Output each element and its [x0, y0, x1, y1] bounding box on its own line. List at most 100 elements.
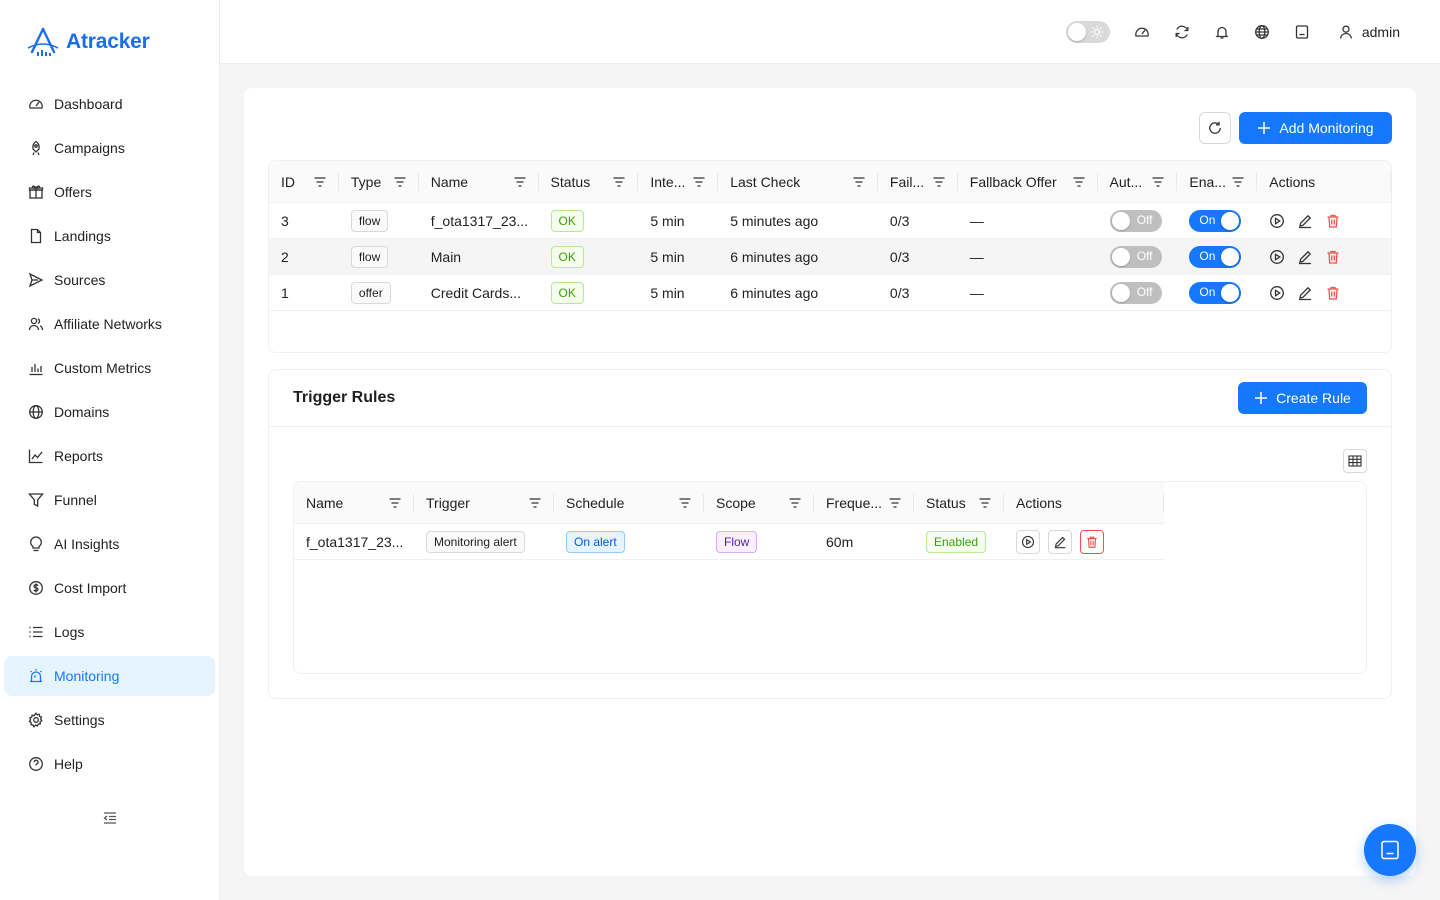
- sidebar-item-funnel[interactable]: Funnel: [4, 480, 215, 520]
- sidebar-item-settings[interactable]: Settings: [4, 700, 215, 740]
- filter-icon[interactable]: [888, 496, 902, 510]
- enabled-switch[interactable]: On: [1189, 281, 1242, 304]
- delete-icon[interactable]: [1325, 249, 1341, 265]
- sidebar-item-label: Domains: [54, 404, 110, 420]
- column-header-status[interactable]: Status: [539, 161, 639, 202]
- sidebar-item-domains[interactable]: Domains: [4, 392, 215, 432]
- filter-icon[interactable]: [528, 496, 542, 510]
- dashboard-icon[interactable]: [1134, 24, 1150, 40]
- filter-icon[interactable]: [852, 175, 866, 189]
- filter-icon[interactable]: [612, 175, 626, 189]
- add-monitoring-button[interactable]: Add Monitoring: [1239, 112, 1392, 144]
- table-row[interactable]: 3 flow f_ota1317_23... OK 5 min 5 minutes ago…: [269, 203, 1391, 239]
- filter-icon[interactable]: [1151, 175, 1165, 189]
- sidebar-item-help[interactable]: Help: [4, 744, 215, 784]
- sidebar-item-monitoring[interactable]: Monitoring: [4, 656, 215, 696]
- column-header-status[interactable]: Status: [914, 482, 1004, 523]
- column-header-actions[interactable]: Actions: [1004, 482, 1164, 523]
- table-row[interactable]: f_ota1317_23... Monitoring alert On alert F…: [294, 524, 1164, 560]
- top-header: admin: [220, 0, 1440, 64]
- filter-icon[interactable]: [678, 496, 692, 510]
- column-header-label: Freque...: [826, 494, 883, 511]
- column-header-type[interactable]: Type: [339, 161, 419, 202]
- edit-rule-button[interactable]: [1048, 529, 1072, 554]
- sidebar-item-reports[interactable]: Reports: [4, 436, 215, 476]
- robot-icon[interactable]: [1294, 24, 1310, 40]
- row-last-check: 6 minutes ago: [730, 248, 819, 265]
- column-header-ena[interactable]: Ena...: [1177, 161, 1258, 202]
- column-header-actions[interactable]: Actions: [1257, 161, 1391, 202]
- sidebar-item-sources[interactable]: Sources: [4, 260, 215, 300]
- row-fails: 0/3: [889, 212, 910, 229]
- bell-icon[interactable]: [1214, 24, 1230, 40]
- sidebar-item-cost-import[interactable]: Cost Import: [4, 568, 215, 608]
- table-row[interactable]: 1 offer Credit Cards... OK 5 min 6 minutes ag…: [269, 275, 1391, 311]
- filter-icon[interactable]: [393, 175, 407, 189]
- delete-icon[interactable]: [1325, 285, 1341, 301]
- collapse-sidebar-icon[interactable]: [102, 810, 118, 826]
- status-badge: OK: [550, 281, 584, 304]
- filter-icon[interactable]: [513, 175, 527, 189]
- column-header-schedule[interactable]: Schedule: [554, 482, 704, 523]
- filter-icon[interactable]: [1231, 175, 1245, 189]
- column-header-name[interactable]: Name: [294, 482, 414, 523]
- edit-icon[interactable]: [1297, 285, 1313, 301]
- sidebar-item-custom-metrics[interactable]: Custom Metrics: [4, 348, 215, 388]
- app-logo[interactable]: Atracker: [26, 26, 150, 58]
- column-settings-button[interactable]: [1343, 449, 1367, 473]
- sidebar-item-landings[interactable]: Landings: [4, 216, 215, 256]
- reload-button[interactable]: [1199, 112, 1231, 144]
- delete-icon[interactable]: [1325, 213, 1341, 229]
- column-header-last-check[interactable]: Last Check: [718, 161, 878, 202]
- filter-icon[interactable]: [388, 496, 402, 510]
- refresh-icon[interactable]: [1174, 24, 1190, 40]
- play-icon[interactable]: [1269, 213, 1285, 229]
- column-header-id[interactable]: ID: [269, 161, 339, 202]
- column-header-freque[interactable]: Freque...: [814, 482, 914, 523]
- sidebar-item-label: Affiliate Networks: [54, 316, 162, 332]
- filter-icon[interactable]: [788, 496, 802, 510]
- column-header-label: Scope: [716, 494, 756, 511]
- enabled-switch[interactable]: On: [1189, 209, 1242, 232]
- bulb-icon: [30, 536, 42, 552]
- user-menu[interactable]: admin: [1338, 24, 1400, 40]
- sidebar-item-logs[interactable]: Logs: [4, 612, 215, 652]
- globe-icon[interactable]: [1254, 24, 1270, 40]
- table-row[interactable]: 2 flow Main OK 5 min 6 minutes ago 0/3 — Off On: [269, 239, 1391, 275]
- edit-icon[interactable]: [1297, 249, 1313, 265]
- filter-icon[interactable]: [932, 175, 946, 189]
- column-header-trigger[interactable]: Trigger: [414, 482, 554, 523]
- column-header-scope[interactable]: Scope: [704, 482, 814, 523]
- sidebar-item-offers[interactable]: Offers: [4, 172, 215, 212]
- play-icon[interactable]: [1269, 249, 1285, 265]
- column-header-name[interactable]: Name: [419, 161, 539, 202]
- column-header-fallback-offer[interactable]: Fallback Offer: [958, 161, 1098, 202]
- sidebar-item-campaigns[interactable]: Campaigns: [4, 128, 215, 168]
- edit-icon[interactable]: [1297, 213, 1313, 229]
- run-rule-button[interactable]: [1016, 529, 1040, 554]
- sidebar-item-affiliate-networks[interactable]: Affiliate Networks: [4, 304, 215, 344]
- auto-switch[interactable]: Off: [1109, 209, 1162, 232]
- play-icon[interactable]: [1269, 285, 1285, 301]
- sidebar-item-dashboard[interactable]: Dashboard: [4, 84, 215, 124]
- edit-icon: [1054, 536, 1066, 548]
- filter-icon[interactable]: [978, 496, 992, 510]
- theme-toggle[interactable]: [1065, 21, 1110, 43]
- auto-switch[interactable]: Off: [1109, 281, 1162, 304]
- column-header-label: Status: [550, 173, 591, 190]
- filter-icon[interactable]: [1072, 175, 1086, 189]
- column-header-label: Actions: [1016, 494, 1062, 511]
- enabled-switch[interactable]: On: [1189, 245, 1242, 268]
- filter-icon[interactable]: [313, 175, 327, 189]
- sidebar-item-ai-insights[interactable]: AI Insights: [4, 524, 215, 564]
- column-header-fail[interactable]: Fail...: [878, 161, 958, 202]
- rule-frequency: 60m: [826, 533, 854, 550]
- column-header-inte[interactable]: Inte...: [638, 161, 719, 202]
- create-rule-button[interactable]: Create Rule: [1238, 382, 1367, 414]
- switch-label: Off: [1136, 248, 1153, 263]
- filter-icon[interactable]: [692, 175, 706, 189]
- delete-rule-button[interactable]: [1080, 529, 1104, 554]
- assistant-fab-button[interactable]: [1364, 824, 1416, 876]
- column-header-aut[interactable]: Aut...: [1098, 161, 1178, 202]
- auto-switch[interactable]: Off: [1109, 245, 1162, 268]
